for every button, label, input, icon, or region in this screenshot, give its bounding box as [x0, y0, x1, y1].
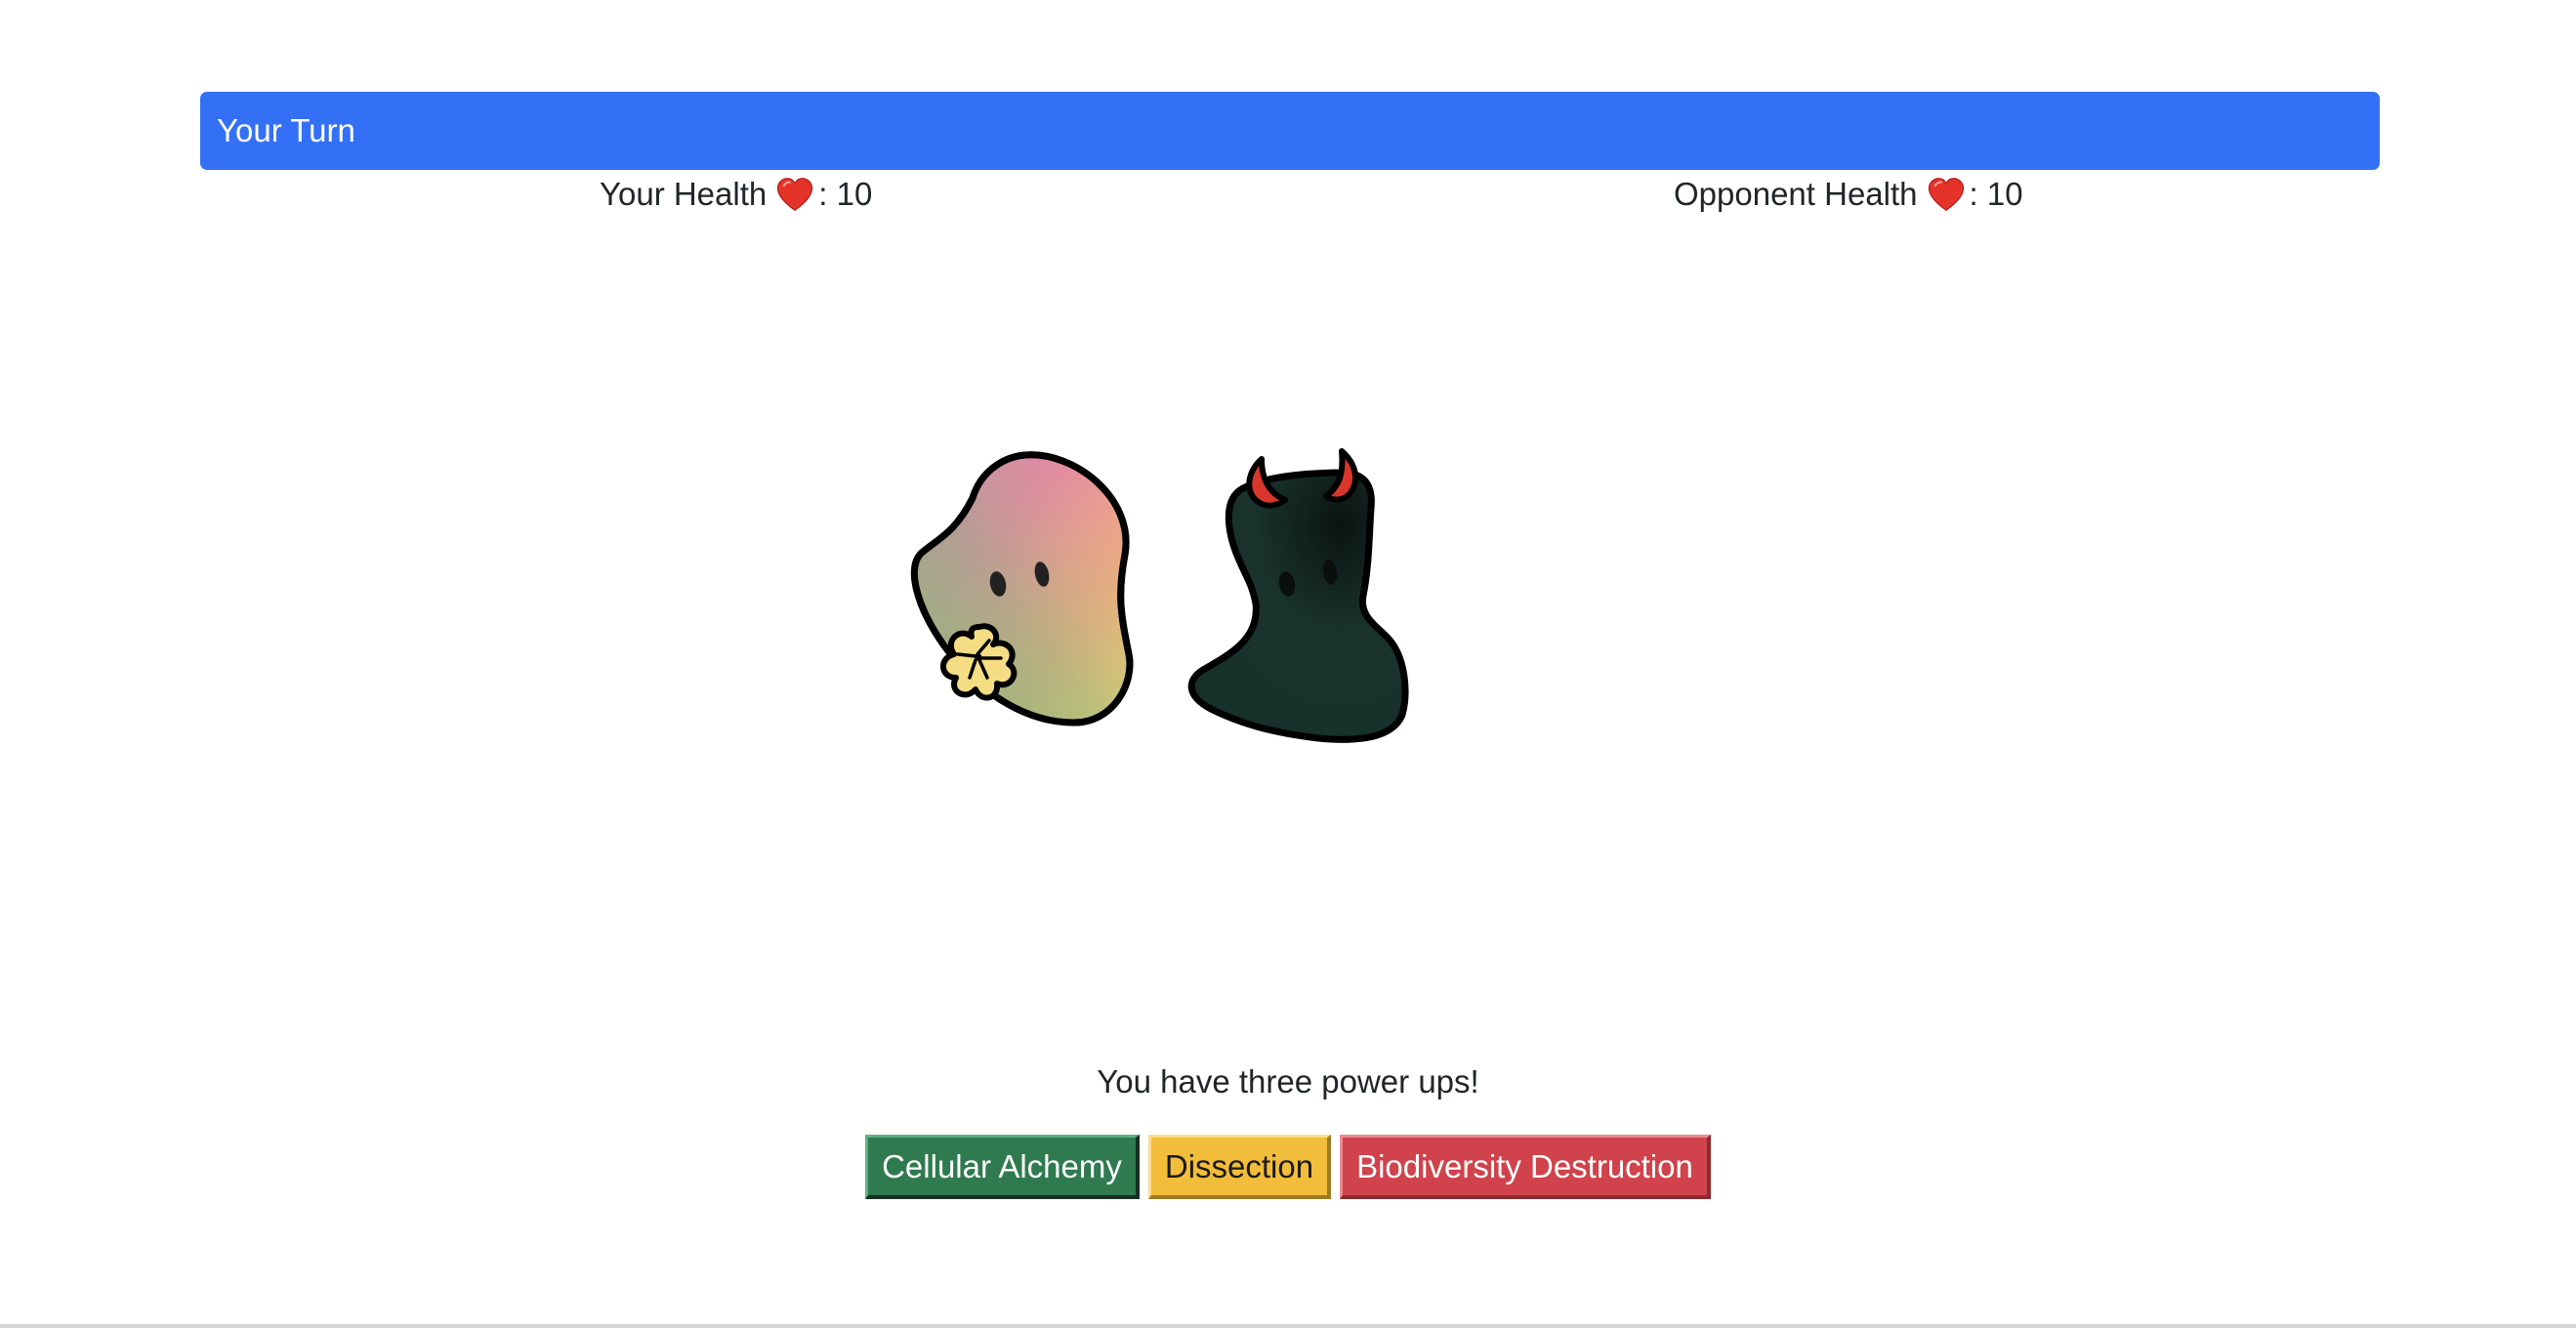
- opponent-health-label: Opponent Health: [1674, 176, 1918, 212]
- powerup-message: You have three power ups!: [1097, 1063, 1479, 1100]
- dissection-button[interactable]: Dissection: [1147, 1135, 1332, 1199]
- powerup-buttons: Cellular Alchemy Dissection Biodiversity…: [0, 1135, 2576, 1199]
- heart-icon: [1928, 178, 1964, 211]
- player-health: Your Health : 10: [600, 172, 872, 217]
- game-page: Your Turn Your Health : 10 Opponent Heal…: [0, 0, 2576, 1328]
- turn-label: Your Turn: [217, 112, 355, 148]
- opponent-health: Opponent Health : 10: [1674, 172, 2023, 217]
- player-creature: [910, 451, 1134, 726]
- heart-icon: [777, 178, 813, 211]
- opponent-health-value: : 10: [1969, 176, 2023, 212]
- bottom-divider: [0, 1324, 2576, 1328]
- turn-banner: Your Turn: [200, 92, 2380, 170]
- player-health-label: Your Health: [600, 176, 768, 212]
- player-health-value: : 10: [818, 176, 873, 212]
- cellular-alchemy-button[interactable]: Cellular Alchemy: [865, 1135, 1140, 1199]
- opponent-creature: [1187, 448, 1409, 743]
- battle-arena: [910, 448, 1409, 743]
- biodiversity-destruction-button[interactable]: Biodiversity Destruction: [1340, 1135, 1711, 1199]
